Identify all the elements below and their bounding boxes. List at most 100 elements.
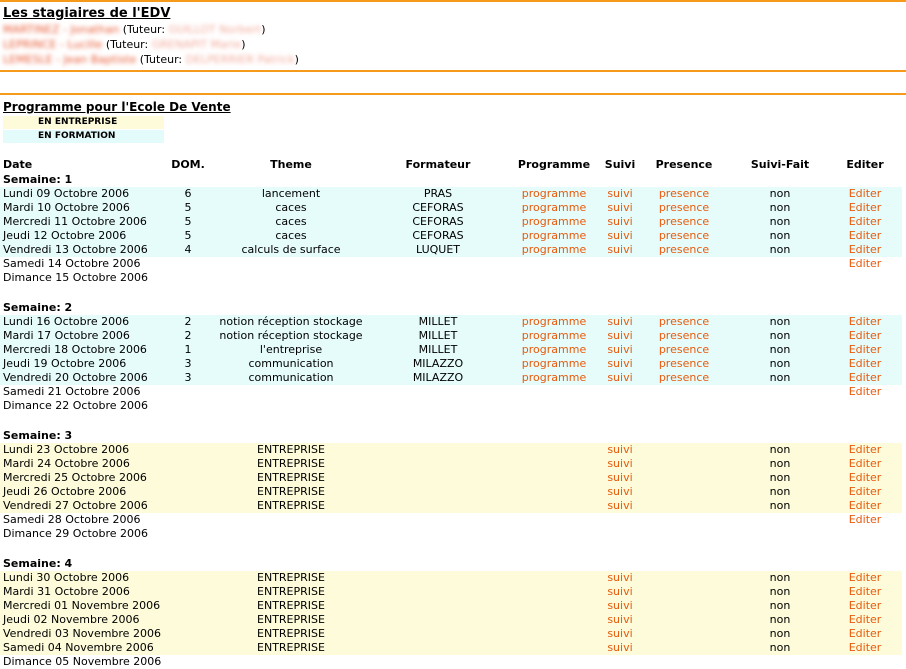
- date-cell: Dimance 05 Novembre 2006: [3, 655, 162, 668]
- programme-link[interactable]: programme: [508, 357, 600, 371]
- editer-link[interactable]: Editer: [840, 201, 890, 215]
- week-label: Semaine: 2: [3, 301, 73, 314]
- programme-link[interactable]: programme: [508, 343, 600, 357]
- table-row: Mardi 24 Octobre 2006 ENTREPRISE suivi non E…: [0, 457, 902, 471]
- table-row: Vendredi 03 Novembre 2006 ENTREPRISE suivi…: [0, 627, 902, 641]
- suivi-link[interactable]: suivi: [598, 201, 642, 215]
- table-row: Samedi 14 Octobre 2006 Editer: [0, 257, 902, 271]
- trainee-list: MARTINEZ - Jonathan (Tuteur: GUILLOT Nor…: [3, 22, 299, 67]
- presence-link[interactable]: presence: [642, 215, 726, 229]
- presence-link[interactable]: presence: [642, 229, 726, 243]
- editer-link[interactable]: Editer: [840, 343, 890, 357]
- suivi-link[interactable]: suivi: [598, 485, 642, 499]
- editer-link[interactable]: Editer: [840, 457, 890, 471]
- editer-link[interactable]: Editer: [840, 229, 890, 243]
- suivi-link[interactable]: suivi: [598, 243, 642, 257]
- date-cell: Samedi 28 Octobre 2006: [3, 513, 141, 526]
- suivi-link[interactable]: suivi: [598, 357, 642, 371]
- programme-link[interactable]: programme: [508, 215, 600, 229]
- editer-link[interactable]: Editer: [840, 329, 890, 343]
- editer-link[interactable]: Editer: [840, 585, 890, 599]
- suivi-fait-cell: non: [769, 343, 791, 356]
- programme-link[interactable]: programme: [508, 243, 600, 257]
- suivi-link[interactable]: suivi: [598, 215, 642, 229]
- programme-link[interactable]: programme: [508, 229, 600, 243]
- editer-link[interactable]: Editer: [840, 315, 890, 329]
- tutor-close: ): [261, 23, 266, 36]
- editer-link[interactable]: Editer: [840, 471, 890, 485]
- editer-link[interactable]: Editer: [840, 371, 890, 385]
- suivi-link[interactable]: suivi: [598, 343, 642, 357]
- presence-link[interactable]: presence: [642, 243, 726, 257]
- suivi-link[interactable]: suivi: [598, 571, 642, 585]
- trainee-name[interactable]: MARTINEZ - Jonathan: [3, 23, 119, 36]
- editer-link[interactable]: Editer: [840, 599, 890, 613]
- table-row: Lundi 16 Octobre 2006 2 notion réception s…: [0, 315, 902, 329]
- programme-link[interactable]: programme: [508, 187, 600, 201]
- table-row: Mardi 10 Octobre 2006 5 caces CEFORAS progra…: [0, 201, 902, 215]
- theme-cell: l'entreprise: [259, 343, 323, 356]
- formateur-cell: CEFORAS: [412, 229, 464, 242]
- suivi-fait-cell: non: [769, 229, 791, 242]
- suivi-link[interactable]: suivi: [598, 471, 642, 485]
- col-suivi: Suivi: [604, 158, 636, 171]
- trainee-name[interactable]: LEPRINCE - Lucille: [3, 38, 102, 51]
- trainee-name[interactable]: LEMESLE - Jean Baptiste: [3, 53, 136, 66]
- editer-link[interactable]: Editer: [840, 499, 890, 513]
- suivi-link[interactable]: suivi: [598, 315, 642, 329]
- presence-link[interactable]: presence: [642, 343, 726, 357]
- programme-link[interactable]: programme: [508, 201, 600, 215]
- formateur-cell: CEFORAS: [412, 201, 464, 214]
- editer-link[interactable]: Editer: [840, 257, 890, 271]
- table-row: Mercredi 01 Novembre 2006 ENTREPRISE suivi…: [0, 599, 902, 613]
- table-row: Mercredi 11 Octobre 2006 5 caces CEFORAS pro…: [0, 215, 902, 229]
- editer-link[interactable]: Editer: [840, 513, 890, 527]
- suivi-link[interactable]: suivi: [598, 499, 642, 513]
- suivi-link[interactable]: suivi: [598, 371, 642, 385]
- col-suivi-fait: Suivi-Fait: [750, 158, 810, 171]
- presence-link[interactable]: presence: [642, 357, 726, 371]
- editer-link[interactable]: Editer: [840, 641, 890, 655]
- presence-link[interactable]: presence: [642, 315, 726, 329]
- suivi-link[interactable]: suivi: [598, 613, 642, 627]
- editer-link[interactable]: Editer: [840, 215, 890, 229]
- editer-link[interactable]: Editer: [840, 571, 890, 585]
- presence-link[interactable]: presence: [642, 201, 726, 215]
- date-cell: Jeudi 19 Octobre 2006: [3, 357, 127, 370]
- theme-cell: ENTREPRISE: [257, 457, 325, 470]
- suivi-link[interactable]: suivi: [598, 585, 642, 599]
- presence-link[interactable]: presence: [642, 329, 726, 343]
- theme-cell: ENTREPRISE: [257, 499, 325, 512]
- suivi-link[interactable]: suivi: [598, 641, 642, 655]
- table-row: Jeudi 26 Octobre 2006 ENTREPRISE suivi non E…: [0, 485, 902, 499]
- theme-cell: ENTREPRISE: [257, 485, 325, 498]
- editer-link[interactable]: Editer: [840, 243, 890, 257]
- suivi-fait-cell: non: [769, 613, 791, 626]
- programme-link[interactable]: programme: [508, 315, 600, 329]
- programme-link[interactable]: programme: [508, 371, 600, 385]
- editer-link[interactable]: Editer: [840, 357, 890, 371]
- suivi-link[interactable]: suivi: [598, 627, 642, 641]
- editer-link[interactable]: Editer: [840, 613, 890, 627]
- editer-link[interactable]: Editer: [840, 187, 890, 201]
- suivi-fait-cell: non: [769, 499, 791, 512]
- suivi-link[interactable]: suivi: [598, 229, 642, 243]
- theme-cell: lancement: [261, 187, 321, 200]
- presence-link[interactable]: presence: [642, 187, 726, 201]
- editer-link[interactable]: Editer: [840, 485, 890, 499]
- col-programme: Programme: [517, 158, 591, 171]
- programme-link[interactable]: programme: [508, 329, 600, 343]
- editer-link[interactable]: Editer: [840, 443, 890, 457]
- theme-cell: ENTREPRISE: [257, 471, 325, 484]
- suivi-fait-cell: non: [769, 471, 791, 484]
- presence-link[interactable]: presence: [642, 371, 726, 385]
- suivi-link[interactable]: suivi: [598, 187, 642, 201]
- suivi-link[interactable]: suivi: [598, 599, 642, 613]
- week-label: Semaine: 1: [3, 173, 73, 186]
- tutor-label: (Tuteur:: [105, 38, 149, 51]
- suivi-link[interactable]: suivi: [598, 443, 642, 457]
- editer-link[interactable]: Editer: [840, 385, 890, 399]
- suivi-link[interactable]: suivi: [598, 457, 642, 471]
- suivi-link[interactable]: suivi: [598, 329, 642, 343]
- editer-link[interactable]: Editer: [840, 627, 890, 641]
